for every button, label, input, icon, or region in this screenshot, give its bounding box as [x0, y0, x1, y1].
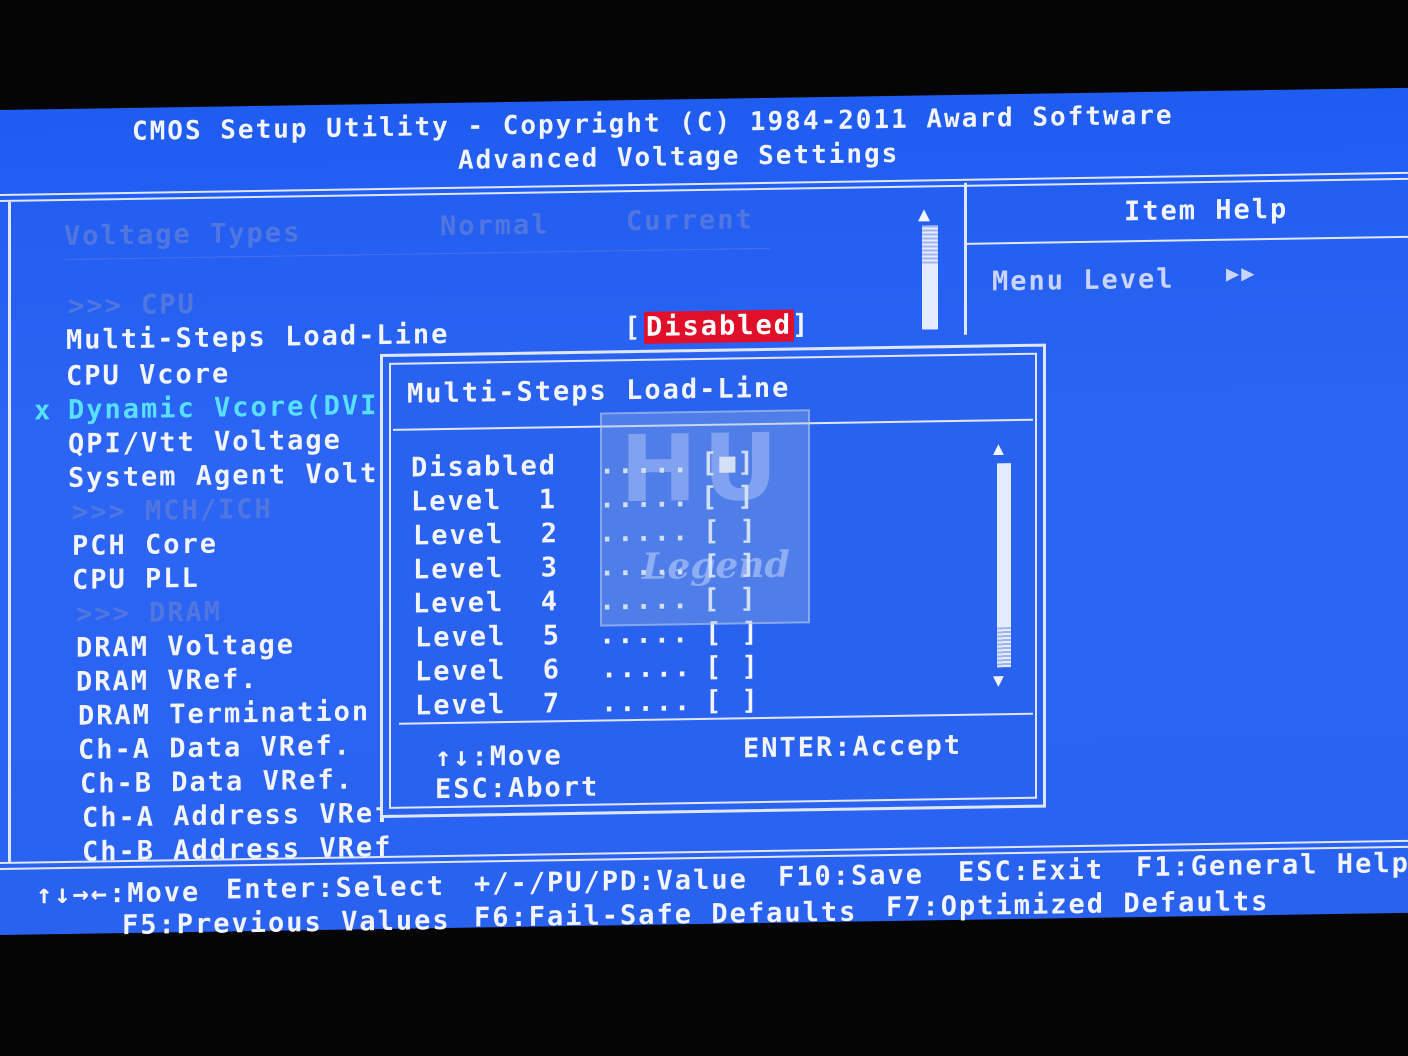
- footer-key-general-help: F1:General Help: [1136, 847, 1408, 884]
- left-frame: [8, 201, 11, 862]
- watermark-big-text: HU: [620, 413, 784, 524]
- multi-steps-load-line-value[interactable]: Disabled: [644, 309, 795, 344]
- disabled-marker-icon: x: [34, 395, 53, 427]
- popup-key-accept: ENTER:Accept: [743, 729, 963, 765]
- item-cpu-pll[interactable]: CPU PLL: [72, 563, 200, 597]
- footer-key-move: ↑↓→←:Move: [36, 876, 201, 911]
- footer-key-save: F10:Save: [778, 859, 925, 893]
- item-ch-a-address-vref[interactable]: Ch-A Address VRef: [82, 798, 392, 835]
- popup-option-level-4[interactable]: Level 4 ..... [ ]: [383, 347, 1043, 619]
- option-label: Level 2: [413, 518, 560, 552]
- popup-key-move: ↑↓:Move: [435, 740, 563, 774]
- popup-scrollbar-dither: [997, 627, 1011, 668]
- item-help-title: Item Help: [1124, 193, 1289, 228]
- option-checkbox[interactable]: [ ]: [705, 651, 760, 684]
- section-dram: >>> DRAM: [76, 596, 223, 630]
- popup-option-level-6[interactable]: Level 6 ..... [ ]: [383, 347, 1043, 687]
- footer-key-fail-safe: F6:Fail-Safe Defaults: [474, 896, 858, 934]
- popup-option-level-5[interactable]: Level 5 ..... [ ]: [383, 347, 1043, 653]
- item-dram-voltage[interactable]: DRAM Voltage: [76, 629, 295, 664]
- header-divider: [0, 171, 1408, 196]
- option-label: Level 3: [413, 552, 560, 586]
- page-title: Advanced Voltage Settings: [458, 138, 900, 176]
- footer-key-optimized: F7:Optimized Defaults: [886, 886, 1270, 924]
- help-divider: [966, 235, 1408, 245]
- value-close-bracket: ]: [792, 309, 811, 341]
- item-multi-steps-load-line[interactable]: Multi-Steps Load-Line: [66, 319, 449, 357]
- option-label: Level 6: [415, 654, 562, 688]
- item-cpu-vcore[interactable]: CPU Vcore: [66, 358, 230, 393]
- item-pch-core[interactable]: PCH Core: [72, 529, 218, 563]
- footer-key-exit: ESC:Exit: [958, 854, 1105, 888]
- popup-scroll-up-icon[interactable]: ▲: [993, 433, 1006, 465]
- option-dots: .....: [601, 686, 693, 719]
- option-checkbox[interactable]: [ ]: [705, 685, 760, 718]
- menu-level-label: Menu Level: [992, 263, 1175, 298]
- bios-screen: CMOS Setup Utility - Copyright (C) 1984-…: [0, 87, 1408, 941]
- section-mch-ich: >>> MCH/ICH: [72, 493, 273, 528]
- option-label: Level 4: [413, 586, 560, 620]
- menu-level-arrows-icon: ▶▶: [1226, 261, 1257, 287]
- column-header-normal: Normal: [440, 209, 550, 243]
- panel-divider: [964, 182, 967, 335]
- popup-option-disabled[interactable]: Disabled ..... [■]: [383, 347, 1043, 483]
- item-qpi-vtt-voltage[interactable]: QPI/Vtt Voltage: [68, 425, 342, 461]
- utility-title: CMOS Setup Utility - Copyright (C) 1984-…: [132, 100, 1174, 147]
- option-label: Level 7: [415, 688, 562, 722]
- popup-option-level-1[interactable]: Level 1 ..... [ ]: [383, 347, 1043, 517]
- column-header-types: Voltage Types: [64, 217, 302, 252]
- popup-option-level-7[interactable]: Level 7 ..... [ ]: [383, 347, 1043, 721]
- watermark-small-text: Legend: [642, 543, 790, 588]
- option-label: Level 5: [415, 620, 562, 654]
- popup-option-level-3[interactable]: Level 3 ..... [ ]: [383, 347, 1043, 585]
- option-label: Level 1: [411, 484, 558, 518]
- item-dram-termination[interactable]: DRAM Termination: [78, 696, 370, 733]
- item-ch-a-data-vref[interactable]: Ch-A Data VRef.: [78, 730, 352, 766]
- popup-title: Multi-Steps Load-Line: [407, 372, 791, 410]
- section-cpu: >>> CPU: [68, 288, 196, 322]
- column-header-current: Current: [626, 204, 754, 238]
- item-system-agent-volt[interactable]: System Agent Volt: [68, 458, 378, 495]
- footer-key-previous-values: F5:Previous Values: [122, 904, 451, 942]
- popup-key-abort: ESC:Abort: [435, 771, 600, 806]
- item-dram-vref[interactable]: DRAM VRef.: [76, 664, 259, 699]
- item-dynamic-vcore: Dynamic Vcore(DVI: [68, 390, 379, 426]
- option-label: Disabled: [411, 450, 558, 484]
- option-dots: .....: [601, 652, 693, 685]
- watermark-logo: HU Legend: [600, 409, 810, 627]
- popup-option-level-2[interactable]: Level 2 ..... [ ]: [383, 347, 1043, 551]
- main-scrollbar-fill: [922, 265, 938, 330]
- popup-scroll-down-icon[interactable]: ▼: [993, 665, 1006, 697]
- footer-key-select: Enter:Select: [226, 871, 446, 906]
- item-ch-b-data-vref[interactable]: Ch-B Data VRef.: [80, 764, 354, 800]
- footer-key-value: +/-/PU/PD:Value: [474, 864, 748, 900]
- value-open-bracket: [: [624, 311, 643, 344]
